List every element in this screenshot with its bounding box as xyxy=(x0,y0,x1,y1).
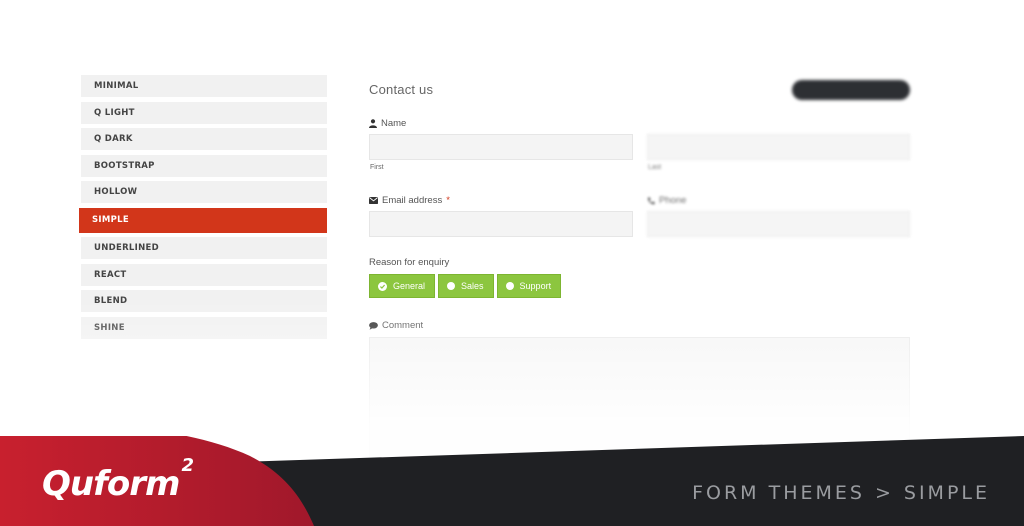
theme-item-simple[interactable]: SIMPLE xyxy=(79,207,327,233)
reason-options: General Sales Support xyxy=(369,274,562,298)
envelope-icon xyxy=(369,197,378,204)
reason-option-support[interactable]: Support xyxy=(496,274,562,298)
speech-bubble-icon xyxy=(369,321,378,330)
reason-label-text: Reason for enquiry xyxy=(369,257,450,268)
reason-option-label: Support xyxy=(519,281,552,291)
logo-sup: 2 xyxy=(181,454,193,476)
reason-label: Reason for enquiry xyxy=(369,257,449,268)
user-icon xyxy=(369,119,377,128)
reason-option-label: Sales xyxy=(461,281,484,291)
breadcrumb-current: SIMPLE xyxy=(903,482,990,504)
name-label-text: Name xyxy=(381,118,407,129)
first-sublabel: First xyxy=(370,164,384,171)
reason-option-general[interactable]: General xyxy=(369,274,436,298)
comment-label-text: Comment xyxy=(382,320,424,331)
logo-text: Quform xyxy=(42,464,180,504)
email-field-label: Email address * xyxy=(369,195,450,206)
breadcrumb-section: FORM THEMES xyxy=(692,482,865,504)
last-name-input[interactable] xyxy=(647,134,910,160)
breadcrumb: FORM THEMES > SIMPLE xyxy=(692,482,990,504)
theme-item-react[interactable]: REACT xyxy=(81,263,327,286)
comment-field-label: Comment xyxy=(369,320,423,331)
theme-item-q-dark[interactable]: Q DARK xyxy=(81,128,327,150)
theme-list: MINIMAL Q LIGHT Q DARK BOOTSTRAP HOLLOW … xyxy=(79,75,327,343)
radio-dot-icon xyxy=(447,282,456,290)
phone-label-text: Phone xyxy=(659,195,687,206)
quform-logo: Quform 2 xyxy=(42,455,194,504)
check-circle-icon xyxy=(378,281,387,291)
theme-item-minimal[interactable]: MINIMAL xyxy=(81,75,327,97)
phone-icon xyxy=(647,197,655,205)
reset-button[interactable] xyxy=(792,80,910,100)
phone-field-label: Phone xyxy=(647,195,686,206)
last-sublabel: Last xyxy=(648,164,662,171)
first-name-input[interactable] xyxy=(369,134,633,160)
radio-dot-icon xyxy=(505,282,514,290)
bottom-banner: Quform 2 FORM THEMES > SIMPLE xyxy=(0,436,1024,526)
chevron-right-icon: > xyxy=(874,482,894,504)
theme-item-bootstrap[interactable]: BOOTSTRAP xyxy=(81,154,327,177)
reason-option-sales[interactable]: Sales xyxy=(438,274,494,298)
email-label-text: Email address xyxy=(382,195,443,206)
theme-item-q-light[interactable]: Q LIGHT xyxy=(81,101,327,124)
name-field-label: Name xyxy=(369,118,406,129)
form-title: Contact us xyxy=(369,82,434,97)
required-mark: * xyxy=(446,195,450,206)
theme-item-blend[interactable]: BLEND xyxy=(81,290,327,312)
reason-option-label: General xyxy=(393,281,426,291)
email-field[interactable] xyxy=(369,211,633,237)
theme-item-shine[interactable]: SHINE xyxy=(81,316,327,339)
theme-item-underlined[interactable]: UNDERLINED xyxy=(81,237,327,259)
phone-field[interactable] xyxy=(647,211,910,237)
theme-item-hollow[interactable]: HOLLOW xyxy=(81,181,327,203)
